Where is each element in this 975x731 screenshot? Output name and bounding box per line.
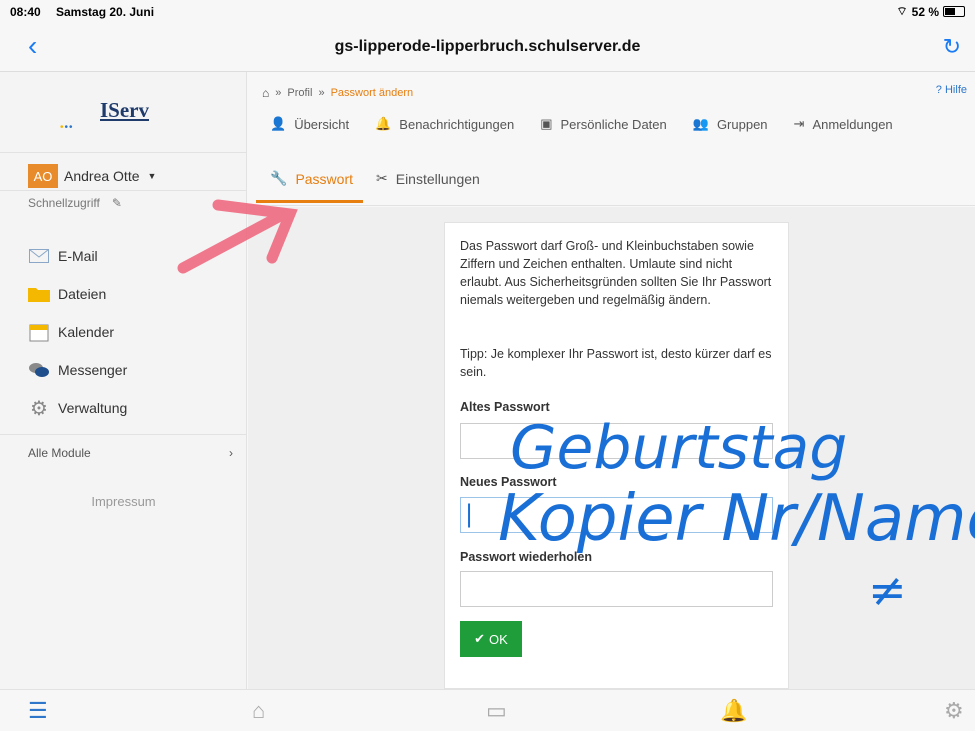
browser-bar: ‹ gs-lipperode-lipperbruch.schulserver.d…: [0, 24, 975, 72]
divider: [0, 190, 247, 191]
repeat-password-label: Passwort wiederholen: [460, 550, 592, 564]
password-form: Das Passwort darf Groß- und Kleinbuchsta…: [444, 222, 789, 689]
gear-icon: ⚙: [30, 397, 48, 420]
calendar-icon: [28, 322, 50, 342]
caret-down-icon: ▼: [147, 171, 157, 181]
user-menu[interactable]: AO Andrea Otte ▼: [28, 164, 156, 188]
home-icon[interactable]: ⌂: [262, 86, 269, 100]
ok-button[interactable]: ✔ OK: [460, 621, 522, 657]
avatar: AO: [28, 164, 58, 188]
sidebar-item-files[interactable]: Dateien: [28, 284, 106, 304]
profile-nav: 👤 Übersicht 🔔 Benachrichtigungen ▣ Persönli…: [270, 116, 893, 132]
help-label: Hilfe: [944, 84, 967, 96]
tab-password[interactable]: 🔧 Passwort: [270, 170, 353, 187]
old-password-label: Altes Passwort: [460, 400, 550, 414]
quick-access-header: Schnellzugriff ✎: [28, 196, 122, 210]
login-icon: ⇥: [793, 116, 805, 131]
bell-icon: 🔔: [375, 116, 392, 131]
check-icon: ✔: [474, 631, 486, 646]
wrench-icon: 🔧: [270, 170, 288, 186]
tab-settings-label: Einstellungen: [395, 170, 480, 187]
breadcrumb-separator: »: [275, 87, 282, 99]
mail-icon: [28, 246, 50, 266]
sidebar-item-calendar[interactable]: Kalender: [28, 322, 114, 342]
messenger-icon: [28, 360, 50, 380]
home-icon[interactable]: ⌂: [252, 698, 265, 724]
sidebar-item-email[interactable]: E-Mail: [28, 246, 98, 266]
tab-password-label: Passwort: [295, 170, 354, 187]
tab-overview-label: Übersicht: [294, 116, 350, 132]
sidebar-item-admin[interactable]: ⚙ Verwaltung: [28, 397, 128, 420]
bell-icon[interactable]: 🔔: [720, 698, 747, 724]
url-title[interactable]: gs-lipperode-lipperbruch.schulserver.de: [0, 38, 975, 56]
repeat-password-input[interactable]: [460, 571, 773, 607]
status-time: 08:40: [10, 5, 41, 19]
chat-icon[interactable]: ▭: [486, 698, 507, 724]
folder-icon: [28, 284, 50, 304]
logo-dots: •••: [60, 122, 74, 133]
sidebar-item-label: Kalender: [58, 324, 115, 340]
iserv-logo[interactable]: ••• IServ: [60, 98, 190, 138]
status-date: Samstag 20. Juni: [56, 5, 155, 19]
tip-text: Tipp: Je komplexer Ihr Passwort ist, des…: [460, 347, 772, 379]
bottom-bar: ☰ ⌂ ▭ 🔔 ⚙: [0, 689, 975, 731]
sidebar-item-label: E-Mail: [58, 248, 98, 264]
reload-icon[interactable]: ↻: [943, 34, 961, 60]
wifi-icon: ⌔: [896, 4, 908, 18]
breadcrumb-separator: »: [318, 87, 325, 99]
subtabs: 🔧 Passwort ✂ Einstellungen: [248, 152, 975, 206]
help-link[interactable]: ? Hilfe: [936, 84, 967, 96]
tab-logins[interactable]: ⇥ Anmeldungen: [794, 116, 893, 132]
ok-label: OK: [489, 631, 508, 647]
tab-groups[interactable]: 👥 Gruppen: [693, 116, 768, 132]
logo-text: IServ: [100, 98, 149, 122]
old-password-input[interactable]: [460, 423, 773, 459]
status-bar: 08:40 Samstag 20. Juni ⌔ 52 %: [0, 0, 975, 24]
breadcrumb: ⌂ » Profil » Passwort ändern: [262, 86, 413, 100]
user-icon: 👤: [270, 116, 287, 131]
divider: [0, 434, 247, 435]
active-tab-indicator: [256, 200, 363, 203]
new-password-input[interactable]: [460, 497, 773, 533]
gear-icon[interactable]: ⚙: [944, 698, 964, 724]
user-name: Andrea Otte: [64, 168, 140, 184]
tab-notifications-label: Benachrichtigungen: [399, 116, 515, 132]
breadcrumb-current: Passwort ändern: [330, 87, 414, 99]
breadcrumb-profile[interactable]: Profil: [287, 87, 312, 99]
new-password-label: Neues Passwort: [460, 475, 557, 489]
tab-groups-label: Gruppen: [716, 116, 768, 132]
battery-percent: 52 %: [911, 4, 939, 19]
info-text: Das Passwort darf Groß- und Kleinbuchsta…: [460, 239, 772, 307]
sidebar-item-label: Verwaltung: [58, 400, 128, 416]
tab-personal-data-label: Persönliche Daten: [560, 116, 667, 132]
pencil-icon[interactable]: ✎: [112, 196, 122, 210]
divider: [0, 152, 247, 153]
sidebar-item-label: Messenger: [58, 362, 128, 378]
quick-access-label: Schnellzugriff: [28, 196, 100, 210]
all-modules-label: Alle Module: [28, 446, 91, 460]
id-card-icon: ▣: [540, 116, 553, 131]
tab-logins-label: Anmeldungen: [812, 116, 893, 132]
help-icon: ?: [935, 84, 942, 96]
tab-notifications[interactable]: 🔔 Benachrichtigungen: [375, 116, 514, 132]
sidebar: ••• IServ AO Andrea Otte ▼ Schnellzugrif…: [0, 72, 247, 689]
tab-settings[interactable]: ✂ Einstellungen: [376, 170, 480, 187]
tab-overview[interactable]: 👤 Übersicht: [270, 116, 349, 132]
menu-icon[interactable]: ☰: [28, 698, 48, 724]
all-modules-link[interactable]: Alle Module ›: [28, 446, 233, 460]
impressum-link[interactable]: Impressum: [0, 494, 247, 509]
battery-indicator: ⌔ 52 %: [896, 4, 965, 19]
battery-icon: [943, 6, 965, 17]
chevron-right-icon: ›: [229, 446, 233, 460]
tools-icon: ✂: [376, 170, 388, 186]
sidebar-item-messenger[interactable]: Messenger: [28, 360, 127, 380]
tab-personal-data[interactable]: ▣ Persönliche Daten: [540, 116, 667, 132]
users-icon: 👥: [692, 116, 709, 131]
sidebar-item-label: Dateien: [58, 286, 107, 302]
